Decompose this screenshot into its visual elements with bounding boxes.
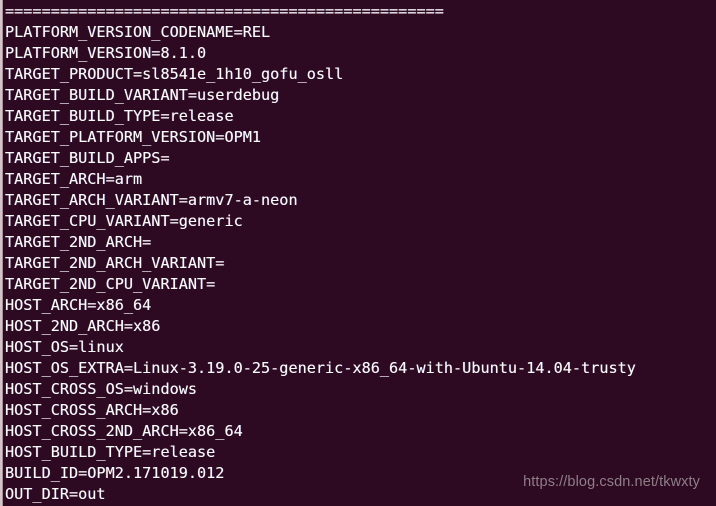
terminal-window: ========================================…: [0, 0, 716, 506]
console-line: TARGET_2ND_CPU_VARIANT=: [5, 275, 216, 293]
console-line: HOST_2ND_ARCH=x86: [5, 317, 161, 335]
console-line: PLATFORM_VERSION=8.1.0: [5, 44, 207, 62]
console-line: HOST_CROSS_ARCH=x86: [5, 401, 179, 419]
console-line: TARGET_BUILD_APPS=: [5, 149, 170, 167]
console-line: TARGET_2ND_ARCH_VARIANT=: [5, 254, 225, 272]
window-left-border: [0, 0, 3, 506]
console-line: TARGET_BUILD_VARIANT=userdebug: [5, 86, 280, 104]
console-line: HOST_CROSS_OS=windows: [5, 380, 198, 398]
console-line: TARGET_ARCH=arm: [5, 170, 143, 188]
console-line: TARGET_CPU_VARIANT=generic: [5, 212, 243, 230]
console-line: TARGET_PLATFORM_VERSION=OPM1: [5, 128, 262, 146]
console-output: ========================================…: [5, 0, 716, 506]
console-line: TARGET_BUILD_TYPE=release: [5, 107, 234, 125]
console-line: HOST_OS_EXTRA=Linux-3.19.0-25-generic-x8…: [5, 359, 636, 377]
console-line: ========================================…: [5, 2, 444, 20]
console-line: TARGET_PRODUCT=sl8541e_1h10_gofu_osll: [5, 65, 344, 83]
console-line: HOST_BUILD_TYPE=release: [5, 443, 216, 461]
watermark-url: https://blog.csdn.net/tkwxty: [523, 474, 700, 490]
console-line: HOST_ARCH=x86_64: [5, 296, 152, 314]
console-line: HOST_OS=linux: [5, 338, 124, 356]
console-line: TARGET_ARCH_VARIANT=armv7-a-neon: [5, 191, 298, 209]
console-line: HOST_CROSS_2ND_ARCH=x86_64: [5, 422, 243, 440]
console-line: TARGET_2ND_ARCH=: [5, 233, 152, 251]
console-line: PLATFORM_VERSION_CODENAME=REL: [5, 23, 271, 41]
